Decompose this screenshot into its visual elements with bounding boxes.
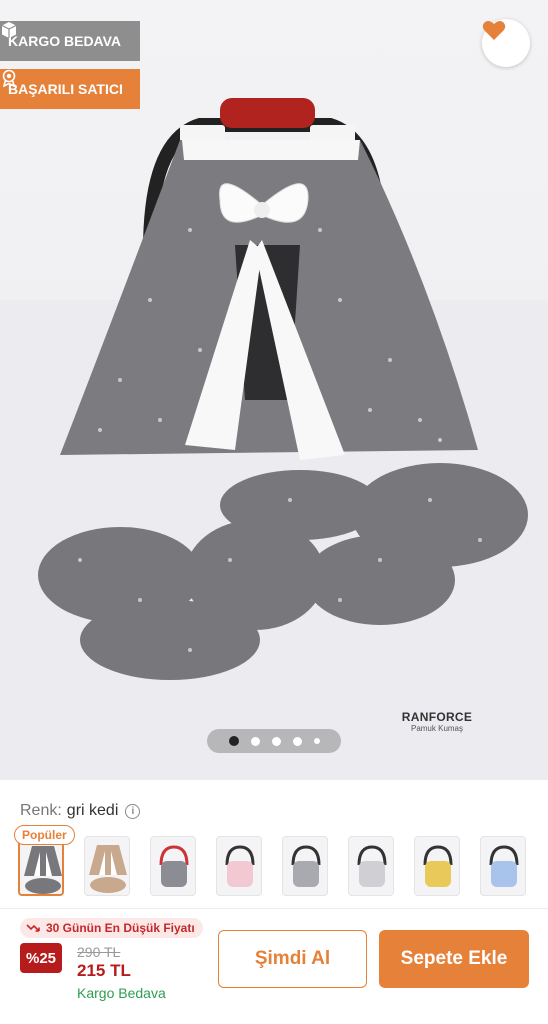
heart-icon <box>482 21 506 40</box>
variant-thumb-image <box>159 845 189 887</box>
variant-thumb-image <box>291 845 321 887</box>
successful-seller-badge: BAŞARILI SATICI <box>0 69 140 109</box>
fabric-label: RANFORCE Pamuk Kumaş <box>380 698 494 744</box>
info-icon[interactable]: i <box>125 803 141 819</box>
fabric-label-title: RANFORCE <box>401 709 473 724</box>
color-label: Renk: <box>20 802 62 819</box>
successful-seller-text: BAŞARILI SATICI <box>8 80 123 97</box>
divider <box>0 908 548 909</box>
free-shipping-badge: KARGO BEDAVA <box>0 21 140 61</box>
variant-thumb-image <box>357 845 387 887</box>
variant-thumb-yellow[interactable] <box>414 836 460 896</box>
product-photo <box>0 98 548 780</box>
pagination-dot[interactable] <box>228 736 239 746</box>
variant-thumb-grey-2[interactable] <box>282 836 328 896</box>
pagination-dot[interactable] <box>271 736 281 746</box>
trend-down-icon <box>26 924 40 932</box>
color-value: gri kedi <box>66 802 119 819</box>
old-price: 290 TL <box>77 944 121 960</box>
buy-now-button[interactable]: Şimdi Al <box>218 930 367 988</box>
variant-thumb-image <box>423 845 453 887</box>
variant-thumb-image <box>89 845 127 893</box>
pagination-dot[interactable] <box>250 736 260 746</box>
variant-thumb-image <box>489 845 519 887</box>
variant-thumb-grey[interactable] <box>18 836 64 896</box>
award-icon <box>2 69 16 87</box>
current-price: 215 TL <box>77 961 131 980</box>
variant-thumb-blue[interactable] <box>480 836 526 896</box>
variant-thumb-image <box>225 845 255 887</box>
color-selector-label: Renk: gri kedi i <box>20 802 141 820</box>
shipping-info: Kargo Bedava <box>77 985 166 1001</box>
lowest-price-tag: 30 Günün En Düşük Fiyatı <box>20 918 203 938</box>
lowest-price-text: 30 Günün En Düşük Fiyatı <box>46 921 195 935</box>
gallery-pagination[interactable] <box>207 729 341 753</box>
variant-thumbnails[interactable] <box>18 836 548 898</box>
product-image[interactable]: KARGO BEDAVA BAŞARILI SATICI RANFORCE Pa… <box>0 0 548 780</box>
fabric-label-subtitle: Pamuk Kumaş <box>410 723 464 733</box>
variant-thumb-pink[interactable] <box>216 836 262 896</box>
variant-thumb-image <box>24 846 62 894</box>
discount-badge: %25 <box>20 943 62 973</box>
add-to-cart-button[interactable]: Sepete Ekle <box>379 930 529 988</box>
info-glyph: i <box>131 805 135 817</box>
pagination-dot[interactable] <box>292 736 302 746</box>
free-shipping-text: KARGO BEDAVA <box>8 32 122 49</box>
pagination-dot[interactable] <box>313 738 320 744</box>
variant-thumb-grey-seat[interactable] <box>150 836 196 896</box>
variant-thumb-beige[interactable] <box>84 836 130 896</box>
variant-thumb-grey-3[interactable] <box>348 836 394 896</box>
box-icon <box>1 22 17 38</box>
favorite-button[interactable] <box>482 19 530 67</box>
popular-tag: Popüler <box>14 825 75 845</box>
